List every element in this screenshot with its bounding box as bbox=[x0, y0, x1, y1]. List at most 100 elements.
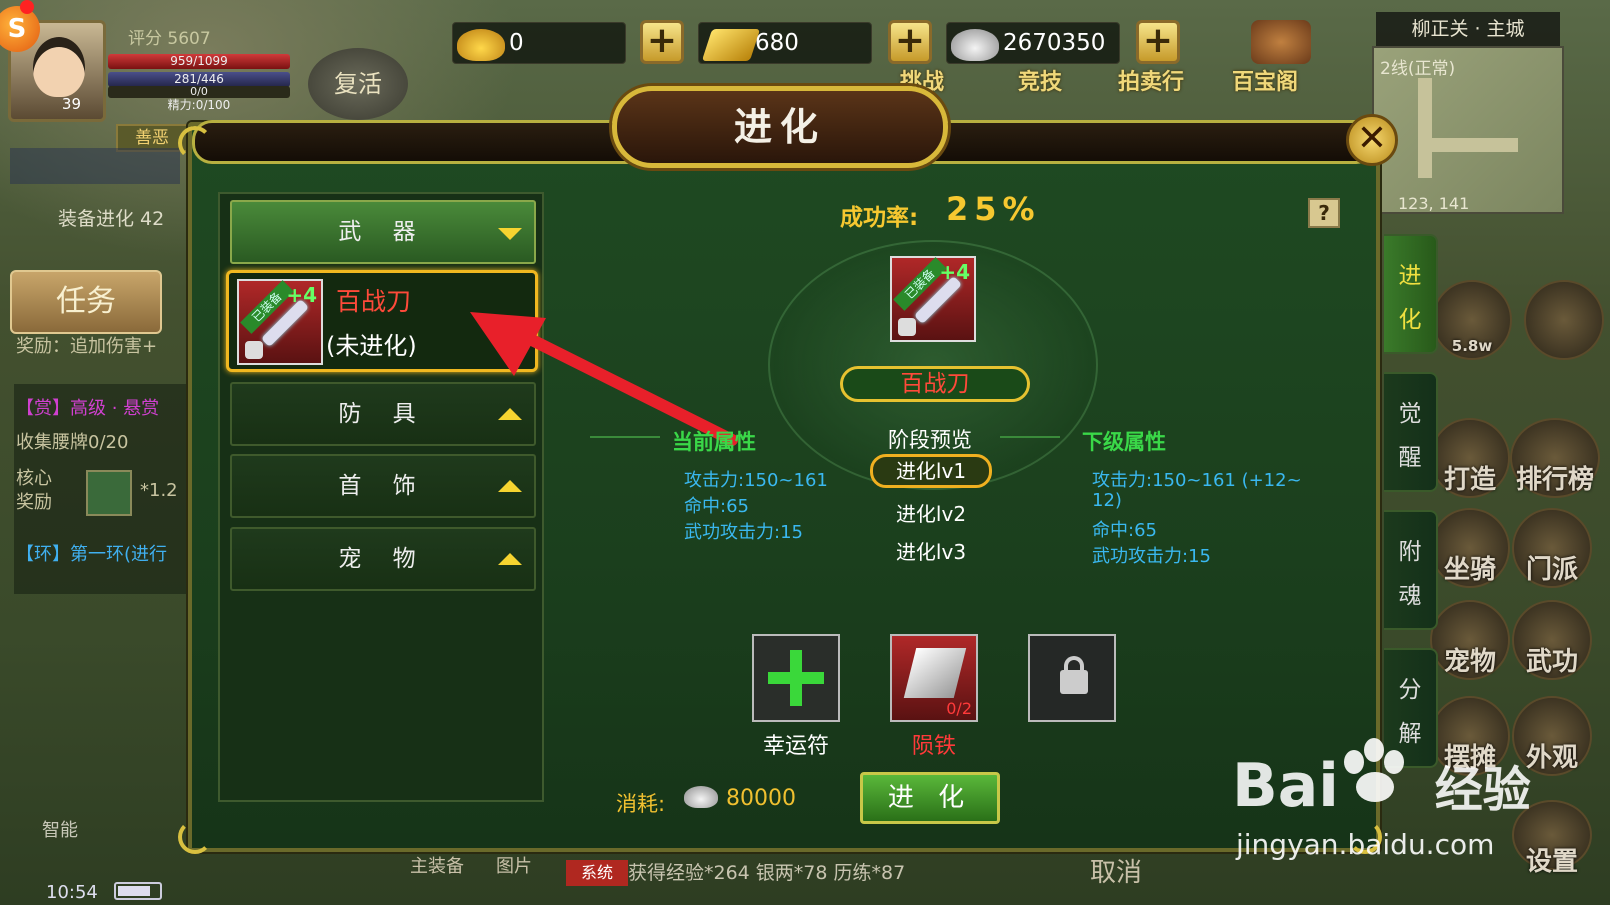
treasure-shop-icon[interactable]: 百宝阁 bbox=[1226, 20, 1336, 100]
player-level: 39 bbox=[61, 95, 81, 113]
category-label: 防 具 bbox=[338, 401, 428, 427]
tab-evolve[interactable]: 进 化 bbox=[1384, 234, 1438, 354]
tab-awaken[interactable]: 觉 醒 bbox=[1384, 372, 1438, 492]
stage-preview-title: 阶段预览 bbox=[888, 428, 972, 452]
category-pet[interactable]: 宠 物 bbox=[230, 527, 536, 591]
close-button[interactable]: ✕ bbox=[1346, 114, 1398, 166]
stage-lv1[interactable]: 进化lv1 bbox=[870, 454, 992, 488]
current-attr-hit: 命中:65 bbox=[684, 496, 749, 517]
iron-ingot-icon bbox=[903, 648, 967, 698]
main-equip-button[interactable]: 主装备 bbox=[410, 852, 464, 878]
stage-lv3[interactable]: 进化lv3 bbox=[870, 536, 992, 565]
meteor-iron-label: 陨铁 bbox=[911, 734, 956, 759]
mount-icon[interactable]: 坐骑 bbox=[1430, 508, 1510, 588]
stage-lv2[interactable]: 进化lv2 bbox=[870, 498, 992, 527]
core-reward-label-b: 奖励 bbox=[16, 492, 52, 513]
map-coordinates: 123, 141 bbox=[1398, 194, 1470, 213]
next-attr-attack: 攻击力:150~161 (+12~ bbox=[1092, 470, 1302, 491]
lock-shackle bbox=[1064, 656, 1084, 676]
ornament-icon bbox=[178, 126, 212, 160]
cancel-button[interactable]: 取消 bbox=[1090, 852, 1142, 889]
item-name: 百战刀 bbox=[336, 287, 412, 316]
auction-icon[interactable]: 拍卖行 bbox=[1112, 36, 1222, 116]
arena-icon[interactable]: 竞技 bbox=[1008, 36, 1098, 116]
yuanbao-icon bbox=[457, 29, 505, 61]
category-jewelry[interactable]: 首 饰 bbox=[230, 454, 536, 518]
player-face bbox=[33, 37, 85, 97]
ranking-icon[interactable]: 排行榜 bbox=[1510, 418, 1600, 498]
watermark-brand2: 经验 bbox=[1434, 762, 1531, 818]
divider bbox=[1000, 436, 1060, 438]
dialog-title-plate: 进化 bbox=[612, 86, 948, 168]
cost-value: 80000 bbox=[726, 786, 796, 811]
map-road bbox=[1418, 78, 1432, 178]
success-rate-value: 25% bbox=[946, 190, 1041, 228]
paw-pad bbox=[1356, 772, 1394, 802]
power-value: 5.8w bbox=[1451, 337, 1493, 355]
current-attr-martial: 武功攻击力:15 bbox=[684, 522, 803, 543]
quest-ring[interactable]: 【环】第一环(进行 bbox=[16, 540, 167, 566]
current-attr-attack: 攻击力:150~161 bbox=[684, 470, 828, 491]
divider bbox=[590, 436, 660, 438]
fashion-power-icon[interactable]: 5.8w bbox=[1432, 280, 1512, 360]
gold-amount: 680 bbox=[755, 30, 799, 56]
forge-label: 打造 bbox=[1443, 465, 1496, 495]
chevron-down-icon bbox=[498, 228, 522, 240]
tab-soul[interactable]: 附 魂 bbox=[1384, 510, 1438, 630]
pet-icon[interactable]: 宠物 bbox=[1430, 600, 1510, 680]
category-weapon[interactable]: 武 器 bbox=[230, 200, 536, 264]
exp-multiplier: *1.2 bbox=[140, 480, 178, 501]
smart-button[interactable]: 智能 bbox=[30, 788, 120, 848]
map-road bbox=[1418, 138, 1518, 152]
notification-dot bbox=[20, 0, 34, 14]
next-attr-hit: 命中:65 bbox=[1092, 520, 1157, 541]
help-button[interactable]: ? bbox=[1308, 198, 1340, 228]
task-button[interactable]: 任务 bbox=[10, 270, 162, 334]
next-attr-martial: 武功攻击力:15 bbox=[1092, 546, 1211, 567]
martial-icon[interactable]: 武功 bbox=[1512, 600, 1592, 680]
enhance-level: +4 bbox=[286, 283, 317, 307]
ornament-icon bbox=[178, 820, 212, 854]
paw-toe bbox=[1344, 750, 1364, 774]
exp-reward-icon bbox=[86, 470, 132, 516]
meteor-iron-slot[interactable]: 0/2 bbox=[890, 634, 978, 722]
weapon-item-icon: 已装备 +4 bbox=[237, 279, 323, 365]
yuanbao-amount: 0 bbox=[509, 30, 524, 56]
yuanbao-currency: 0 bbox=[452, 22, 626, 64]
gold-currency: 680 bbox=[698, 22, 872, 64]
system-message: 获得经验*264 银两*78 历练*87 bbox=[628, 862, 906, 884]
sect-icon[interactable]: 门派 bbox=[1512, 508, 1592, 588]
clock: 10:54 bbox=[46, 882, 98, 903]
locked-slot bbox=[1028, 634, 1116, 722]
lock-icon bbox=[245, 341, 263, 359]
menu-diamond-icon[interactable] bbox=[1524, 280, 1604, 360]
evolve-button[interactable]: 进 化 bbox=[860, 772, 1000, 824]
chevron-up-icon bbox=[498, 480, 522, 492]
martial-label: 武功 bbox=[1525, 647, 1578, 677]
map-title: 柳正关 · 主城 bbox=[1376, 12, 1560, 46]
category-label: 宠 物 bbox=[338, 546, 428, 572]
next-attr-title: 下级属性 bbox=[1082, 430, 1166, 454]
other-button[interactable]: 图片 bbox=[496, 852, 532, 878]
battery-icon bbox=[114, 882, 162, 900]
luck-charm-label: 幸运符 bbox=[762, 734, 829, 759]
chevron-up-icon bbox=[498, 553, 522, 565]
hp-bar: 959/1099 bbox=[108, 54, 290, 69]
cost-label: 消耗: bbox=[616, 792, 666, 816]
quest-bounty[interactable]: 【赏】高级 · 悬赏 bbox=[16, 394, 159, 420]
dialog-title: 进化 bbox=[733, 104, 826, 149]
lock-icon bbox=[898, 318, 916, 336]
sect-label: 门派 bbox=[1525, 555, 1578, 585]
add-yuanbao-button[interactable]: + bbox=[640, 20, 684, 64]
system-tag: 系统 bbox=[566, 860, 628, 886]
smart-label: 智能 bbox=[42, 820, 78, 841]
forge-icon[interactable]: 打造 bbox=[1430, 418, 1510, 498]
mount-label: 坐骑 bbox=[1443, 555, 1496, 585]
silver-icon bbox=[684, 786, 718, 808]
revive-button[interactable]: 复活 bbox=[308, 48, 408, 120]
minimap[interactable]: 2线(正常) bbox=[1372, 46, 1564, 214]
luck-charm-slot[interactable] bbox=[752, 634, 840, 722]
center-item-name: 百战刀 bbox=[840, 366, 1030, 402]
exp-bar: 0/0 bbox=[108, 86, 290, 98]
center-item-icon: 已装备 +4 bbox=[890, 256, 976, 342]
